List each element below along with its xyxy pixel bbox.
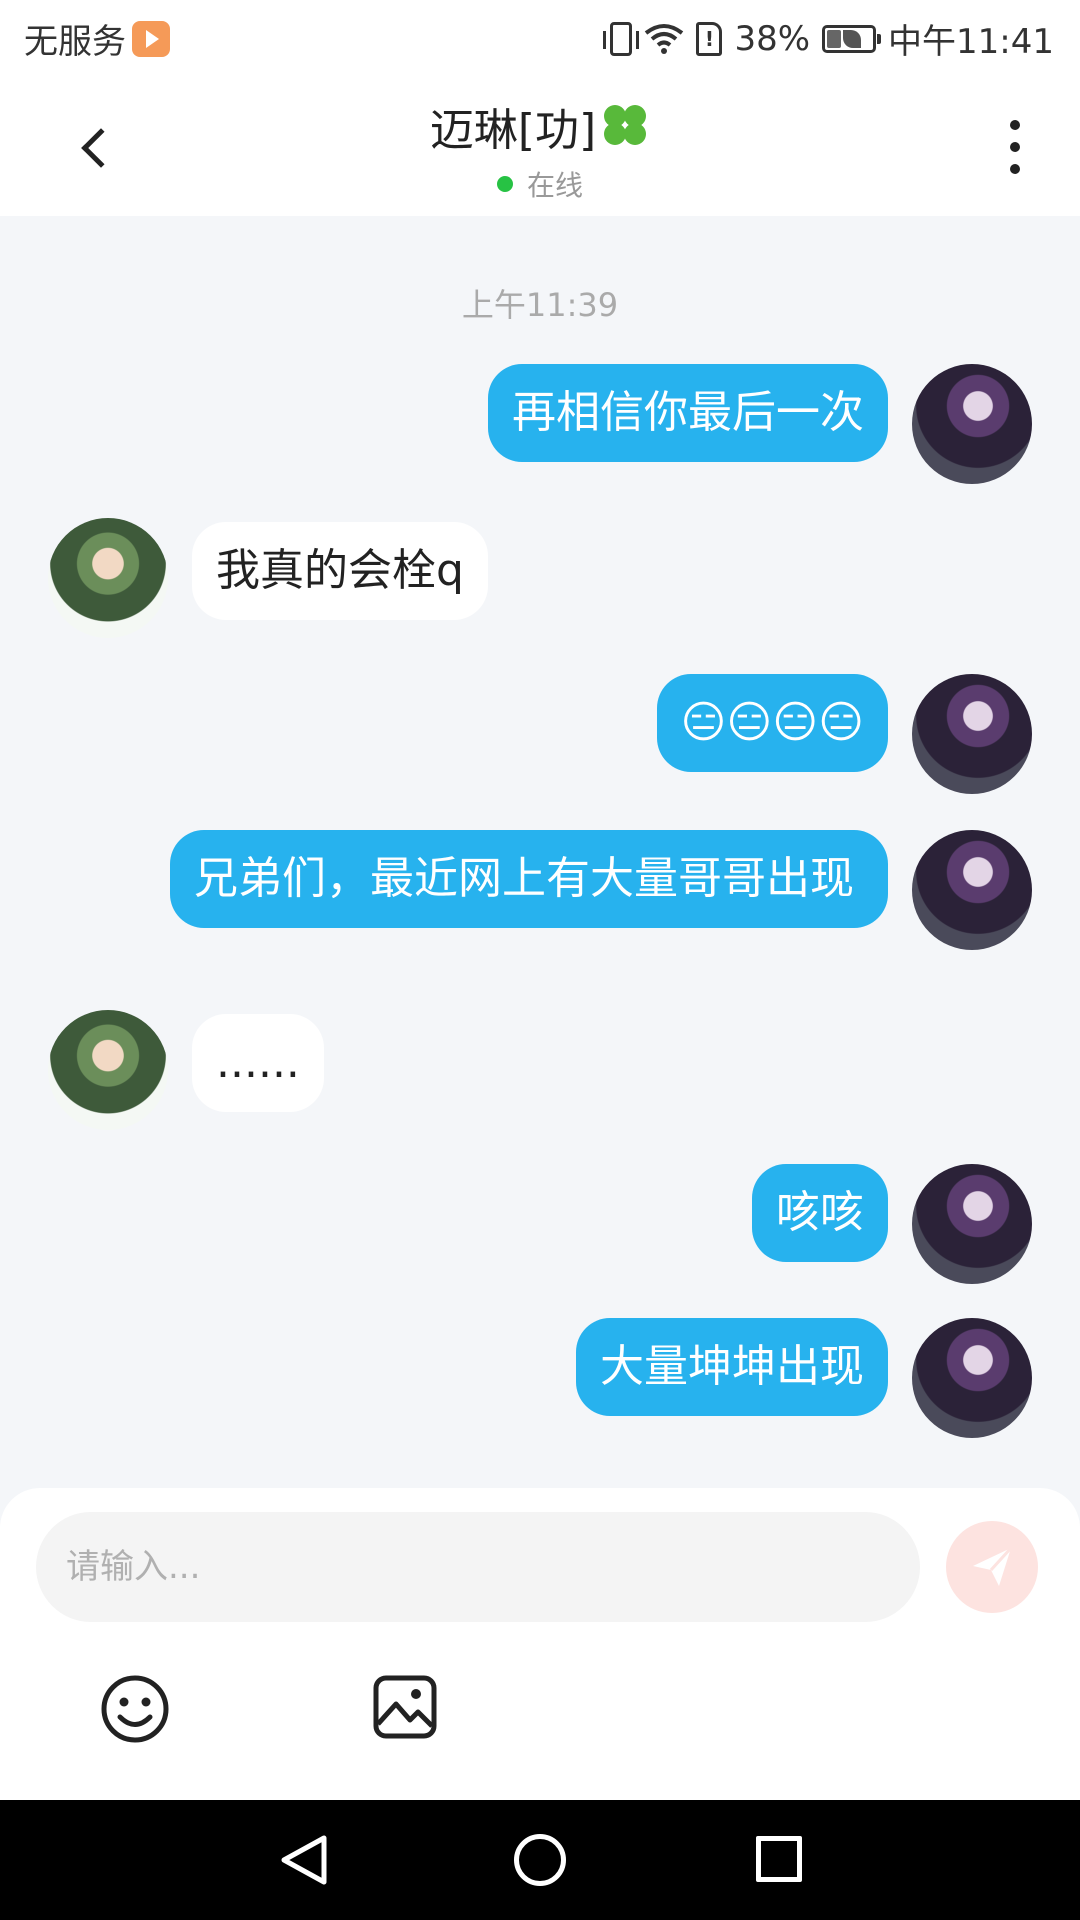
online-dot-icon xyxy=(496,176,513,192)
message-row-self: 咳咳 xyxy=(752,1164,1032,1284)
status-left: 无服务 xyxy=(24,14,170,63)
carrier-text: 无服务 xyxy=(24,22,126,62)
send-button[interactable] xyxy=(946,1521,1038,1613)
nav-back-icon[interactable] xyxy=(276,1832,332,1888)
title-block: 迈琳[功] 在线 xyxy=(0,94,1080,204)
app-notification-icon xyxy=(132,20,170,57)
message-row-self: 兄弟们，最近网上有大量哥哥出现 xyxy=(170,830,1032,950)
send-icon xyxy=(973,1546,1013,1586)
online-status-text: 在线 xyxy=(526,169,583,202)
self-avatar[interactable] xyxy=(912,1318,1032,1438)
chat-header: 迈琳[功] 在线 xyxy=(0,76,1080,216)
message-bubble-self[interactable]: 大量坤坤出现 xyxy=(576,1318,888,1416)
more-dot-icon xyxy=(1010,142,1020,152)
message-bubble-self[interactable]: 兄弟们，最近网上有大量哥哥出现 xyxy=(170,830,888,928)
message-bubble-self[interactable]: 咳咳 xyxy=(752,1164,888,1262)
image-icon[interactable] xyxy=(372,1674,438,1740)
message-row-self: 😑😑😑😑 xyxy=(656,674,1032,794)
message-bubble-self[interactable]: 再相信你最后一次 xyxy=(488,364,888,462)
more-options-button[interactable] xyxy=(990,112,1040,182)
message-timestamp: 上午11:39 xyxy=(461,286,619,324)
battery-icon xyxy=(822,24,882,53)
message-row-other: 我真的会栓q xyxy=(48,518,488,638)
clover-icon xyxy=(600,101,650,151)
nav-home-icon[interactable] xyxy=(514,1834,566,1886)
title-row: 迈琳[功] xyxy=(430,94,650,158)
online-status: 在线 xyxy=(0,164,1080,204)
emoji-icon[interactable] xyxy=(100,1674,170,1744)
message-bubble-self[interactable]: 😑😑😑😑 xyxy=(656,674,888,772)
composer-panel xyxy=(0,1488,1080,1800)
self-avatar[interactable] xyxy=(912,364,1032,484)
self-avatar[interactable] xyxy=(912,1164,1032,1284)
wifi-icon xyxy=(645,23,684,54)
more-dot-icon xyxy=(1010,120,1020,130)
battery-percent: 38% xyxy=(734,18,811,59)
message-bubble-other[interactable]: ...... xyxy=(192,1014,324,1112)
status-bar: 无服务 ! 38% 中午11:41 xyxy=(0,0,1080,76)
more-dot-icon xyxy=(1010,164,1020,174)
contact-avatar[interactable] xyxy=(48,1010,168,1130)
contact-name: 迈琳[功] xyxy=(429,105,597,156)
vibrate-icon xyxy=(603,21,640,56)
system-nav-bar xyxy=(0,1800,1080,1920)
message-row-other: ...... xyxy=(48,1010,324,1130)
nav-recent-apps-icon[interactable] xyxy=(756,1836,802,1882)
message-bubble-other[interactable]: 我真的会栓q xyxy=(192,522,488,620)
self-avatar[interactable] xyxy=(912,674,1032,794)
status-right: ! 38% 中午11:41 xyxy=(603,14,1054,63)
contact-avatar[interactable] xyxy=(48,518,168,638)
sim-alert-icon: ! xyxy=(696,21,723,56)
clock: 中午11:41 xyxy=(888,22,1054,62)
message-row-self: 大量坤坤出现 xyxy=(576,1318,1032,1438)
message-row-self: 再相信你最后一次 xyxy=(488,364,1032,484)
self-avatar[interactable] xyxy=(912,830,1032,950)
message-input[interactable] xyxy=(36,1512,920,1622)
